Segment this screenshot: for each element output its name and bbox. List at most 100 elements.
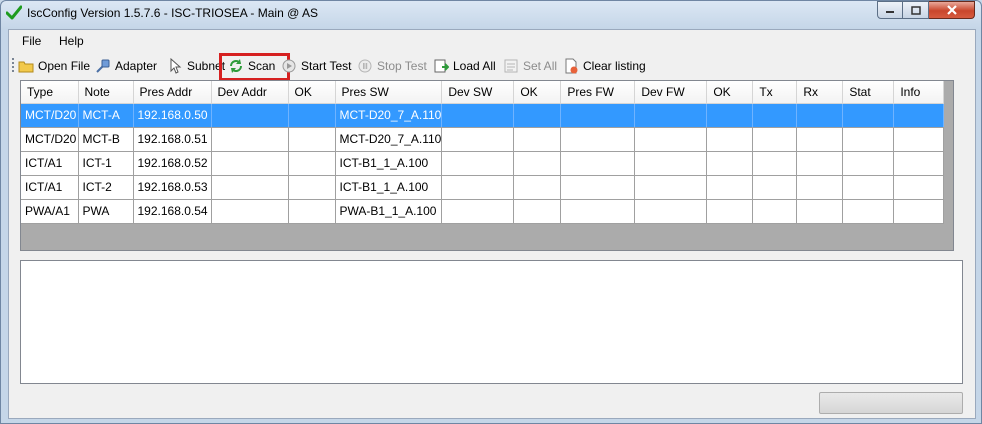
table-cell[interactable] — [441, 175, 515, 200]
column-header[interactable]: Dev SW — [441, 81, 515, 104]
table-cell[interactable] — [288, 199, 336, 224]
table-cell[interactable] — [560, 127, 636, 152]
table-cell[interactable] — [211, 103, 289, 128]
close-button[interactable] — [929, 1, 975, 19]
table-cell[interactable]: MCT-B — [78, 127, 134, 152]
open-file-button[interactable]: Open File — [18, 56, 90, 76]
column-header[interactable]: Dev Addr — [211, 81, 289, 104]
table-cell[interactable] — [513, 175, 562, 200]
table-cell[interactable] — [842, 175, 895, 200]
column-header[interactable]: Pres FW — [560, 81, 636, 104]
table-cell[interactable] — [513, 151, 562, 176]
column-header[interactable]: Tx — [752, 81, 798, 104]
table-cell[interactable] — [706, 151, 754, 176]
table-cell[interactable] — [441, 103, 515, 128]
table-cell[interactable] — [752, 175, 798, 200]
table-cell[interactable] — [752, 199, 798, 224]
table-row[interactable]: MCT/D20 MCT-B 192.168.0.51 MCT-D20_7_A.110 — [21, 127, 945, 152]
table-cell[interactable] — [752, 127, 798, 152]
table-cell[interactable]: ICT/A1 — [21, 151, 79, 176]
table-cell[interactable]: MCT-A — [78, 103, 134, 128]
column-header[interactable]: Pres Addr — [133, 81, 212, 104]
table-row[interactable]: MCT/D20 MCT-A 192.168.0.50 MCT-D20_7_A.110 — [21, 103, 945, 128]
table-cell[interactable] — [842, 127, 895, 152]
column-header[interactable]: Info — [893, 81, 945, 104]
table-cell[interactable] — [211, 151, 289, 176]
maximize-button[interactable] — [903, 1, 929, 19]
stop-test-button[interactable]: Stop Test — [357, 56, 427, 76]
start-test-button[interactable]: Start Test — [281, 56, 351, 76]
adapter-button[interactable]: Adapter — [95, 56, 157, 76]
log-textarea[interactable] — [20, 260, 963, 384]
table-cell[interactable] — [706, 175, 754, 200]
table-cell[interactable] — [513, 199, 562, 224]
table-cell[interactable] — [893, 127, 945, 152]
table-cell[interactable]: 192.168.0.53 — [133, 175, 212, 200]
table-cell[interactable] — [893, 175, 945, 200]
table-cell[interactable] — [288, 151, 336, 176]
table-cell[interactable] — [634, 127, 708, 152]
table-cell[interactable]: 192.168.0.54 — [133, 199, 212, 224]
table-cell[interactable]: MCT/D20 — [21, 103, 79, 128]
column-header[interactable]: Rx — [796, 81, 844, 104]
table-cell[interactable] — [288, 103, 336, 128]
table-cell[interactable] — [560, 199, 636, 224]
table-cell[interactable]: MCT-D20_7_A.110 — [335, 103, 443, 128]
table-cell[interactable] — [893, 103, 945, 128]
subnet-button[interactable]: Subnet — [167, 56, 225, 76]
table-cell[interactable] — [842, 199, 895, 224]
load-all-button[interactable]: Load All — [433, 56, 496, 76]
table-cell[interactable] — [560, 151, 636, 176]
table-cell[interactable]: ICT-1 — [78, 151, 134, 176]
table-cell[interactable] — [796, 103, 844, 128]
table-cell[interactable] — [560, 103, 636, 128]
table-cell[interactable]: ICT-B1_1_A.100 — [335, 151, 443, 176]
column-header[interactable]: Type — [21, 81, 79, 104]
table-cell[interactable] — [513, 103, 562, 128]
clear-listing-button[interactable]: Clear listing — [563, 56, 646, 76]
table-cell[interactable]: 192.168.0.50 — [133, 103, 212, 128]
table-cell[interactable] — [560, 175, 636, 200]
table-cell[interactable] — [211, 199, 289, 224]
toolbar-grip[interactable] — [12, 58, 14, 72]
table-row[interactable]: PWA/A1 PWA 192.168.0.54 PWA-B1_1_A.100 — [21, 199, 945, 224]
column-header[interactable]: OK — [706, 81, 754, 104]
column-header[interactable]: OK — [513, 81, 562, 104]
table-cell[interactable] — [441, 151, 515, 176]
table-cell[interactable] — [796, 151, 844, 176]
table-cell[interactable] — [634, 199, 708, 224]
table-cell[interactable] — [752, 103, 798, 128]
menu-file[interactable]: File — [22, 34, 41, 48]
table-cell[interactable]: ICT-2 — [78, 175, 134, 200]
column-header[interactable]: Pres SW — [335, 81, 443, 104]
table-cell[interactable]: PWA/A1 — [21, 199, 79, 224]
minimize-button[interactable] — [877, 1, 903, 19]
table-cell[interactable] — [842, 151, 895, 176]
table-cell[interactable]: PWA — [78, 199, 134, 224]
table-cell[interactable] — [796, 127, 844, 152]
table-cell[interactable] — [211, 127, 289, 152]
table-cell[interactable]: ICT-B1_1_A.100 — [335, 175, 443, 200]
set-all-button[interactable]: Set All — [503, 56, 557, 76]
table-cell[interactable]: PWA-B1_1_A.100 — [335, 199, 443, 224]
table-cell[interactable]: ICT/A1 — [21, 175, 79, 200]
device-grid[interactable]: Type Note Pres Addr Dev Addr OK Pres SW Dev SW… — [20, 80, 954, 251]
table-row[interactable]: ICT/A1 ICT-2 192.168.0.53 ICT-B1_1_A.100 — [21, 175, 945, 200]
table-cell[interactable] — [796, 199, 844, 224]
title-bar[interactable]: IscConfig Version 1.5.7.6 - ISC-TRIOSEA … — [1, 1, 981, 27]
table-cell[interactable] — [752, 151, 798, 176]
table-cell[interactable]: MCT-D20_7_A.110 — [335, 127, 443, 152]
table-cell[interactable] — [634, 103, 708, 128]
table-cell[interactable] — [441, 199, 515, 224]
table-cell[interactable] — [796, 175, 844, 200]
table-cell[interactable] — [513, 127, 562, 152]
table-cell[interactable] — [288, 175, 336, 200]
table-cell[interactable] — [893, 151, 945, 176]
table-cell[interactable] — [893, 199, 945, 224]
table-cell[interactable] — [441, 127, 515, 152]
table-cell[interactable] — [706, 103, 754, 128]
column-header[interactable]: Note — [78, 81, 134, 104]
table-cell[interactable] — [634, 151, 708, 176]
table-cell[interactable] — [288, 127, 336, 152]
column-header[interactable]: Dev FW — [634, 81, 708, 104]
